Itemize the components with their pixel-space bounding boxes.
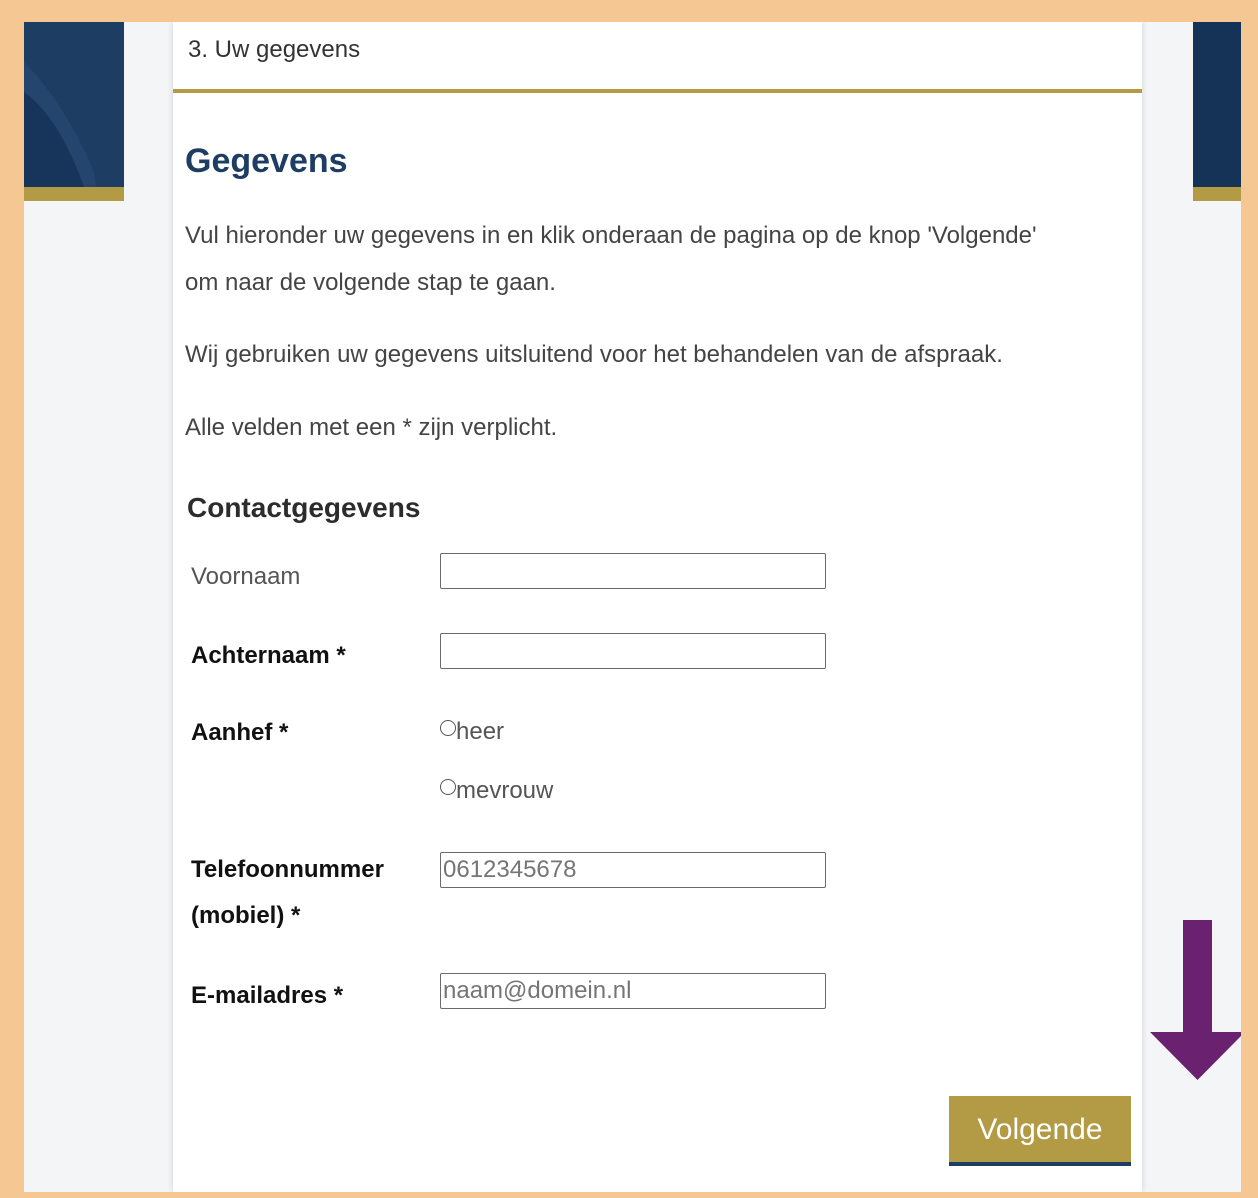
header-banner-right <box>1193 22 1241 201</box>
privacy-note: Wij gebruiken uw gegevens uitsluitend vo… <box>185 341 1003 368</box>
intro-line-2: om naar de volgende stap te gaan. <box>185 269 556 296</box>
voornaam-input[interactable] <box>440 553 826 589</box>
page-title: Gegevens <box>185 142 348 180</box>
radio-mevrouw-label: mevrouw <box>456 777 554 804</box>
achternaam-input[interactable] <box>440 633 826 669</box>
radio-heer[interactable] <box>440 720 456 736</box>
achternaam-label: Achternaam * <box>191 642 346 669</box>
telefoon-label-line-2: (mobiel) * <box>191 902 301 929</box>
section-title: Contactgegevens <box>187 492 421 523</box>
down-arrow-icon <box>1150 920 1241 1080</box>
next-button[interactable]: Volgende <box>949 1096 1131 1166</box>
step-indicator: 3. Uw gegevens <box>188 36 361 63</box>
email-input[interactable] <box>440 973 826 1009</box>
intro-line-1: Vul hieronder uw gegevens in en klik ond… <box>185 222 1037 249</box>
required-note: Alle velden met een * zijn verplicht. <box>185 414 558 441</box>
telefoon-input[interactable] <box>440 852 826 888</box>
telefoon-label-line-1: Telefoonnummer <box>191 856 384 883</box>
voornaam-label: Voornaam <box>191 563 301 590</box>
email-label: E-mailadres * <box>191 982 344 1009</box>
header-banner-left <box>24 22 124 201</box>
step-divider <box>173 89 1142 93</box>
radio-heer-label: heer <box>456 718 505 745</box>
aanhef-label: Aanhef * <box>191 719 289 746</box>
aanhef-option-mevrouw[interactable]: mevrouw <box>440 777 553 805</box>
page-background: 3. Uw gegevens Gegevens Vul hieronder uw… <box>24 22 1241 1192</box>
aanhef-option-heer[interactable]: heer <box>440 718 504 746</box>
form-card: 3. Uw gegevens Gegevens Vul hieronder uw… <box>173 22 1241 1192</box>
radio-mevrouw[interactable] <box>440 779 456 795</box>
